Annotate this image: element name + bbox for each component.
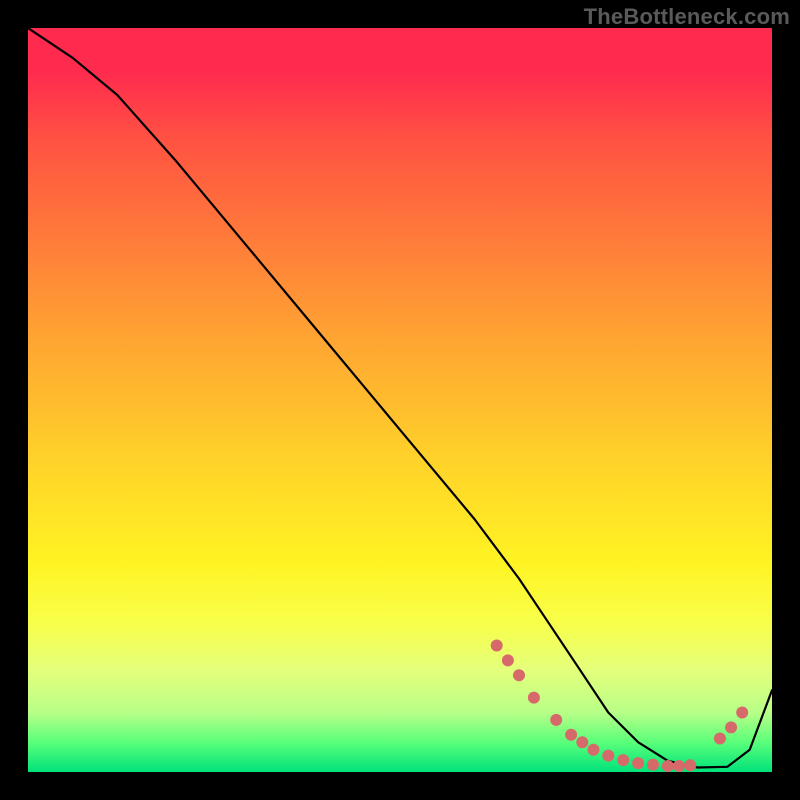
marker-dot bbox=[617, 754, 629, 766]
chart-svg bbox=[28, 28, 772, 772]
marker-dot bbox=[565, 729, 577, 741]
marker-dot bbox=[725, 721, 737, 733]
marker-dot bbox=[550, 714, 562, 726]
marker-dot bbox=[673, 760, 685, 772]
marker-dot bbox=[576, 736, 588, 748]
watermark-text: TheBottleneck.com bbox=[584, 4, 790, 30]
marker-dot bbox=[502, 654, 514, 666]
marker-dot bbox=[736, 707, 748, 719]
marker-dot bbox=[632, 757, 644, 769]
marker-dot bbox=[684, 759, 696, 771]
curve-line bbox=[28, 28, 772, 768]
marker-dot bbox=[662, 760, 674, 772]
chart-container: TheBottleneck.com bbox=[0, 0, 800, 800]
marker-dot bbox=[587, 744, 599, 756]
plot-area bbox=[28, 28, 772, 772]
marker-dot bbox=[602, 750, 614, 762]
marker-dot bbox=[528, 692, 540, 704]
marker-dot bbox=[647, 759, 659, 771]
marker-dot bbox=[714, 733, 726, 745]
marker-dot bbox=[491, 640, 503, 652]
marker-dots bbox=[491, 640, 749, 773]
marker-dot bbox=[513, 669, 525, 681]
